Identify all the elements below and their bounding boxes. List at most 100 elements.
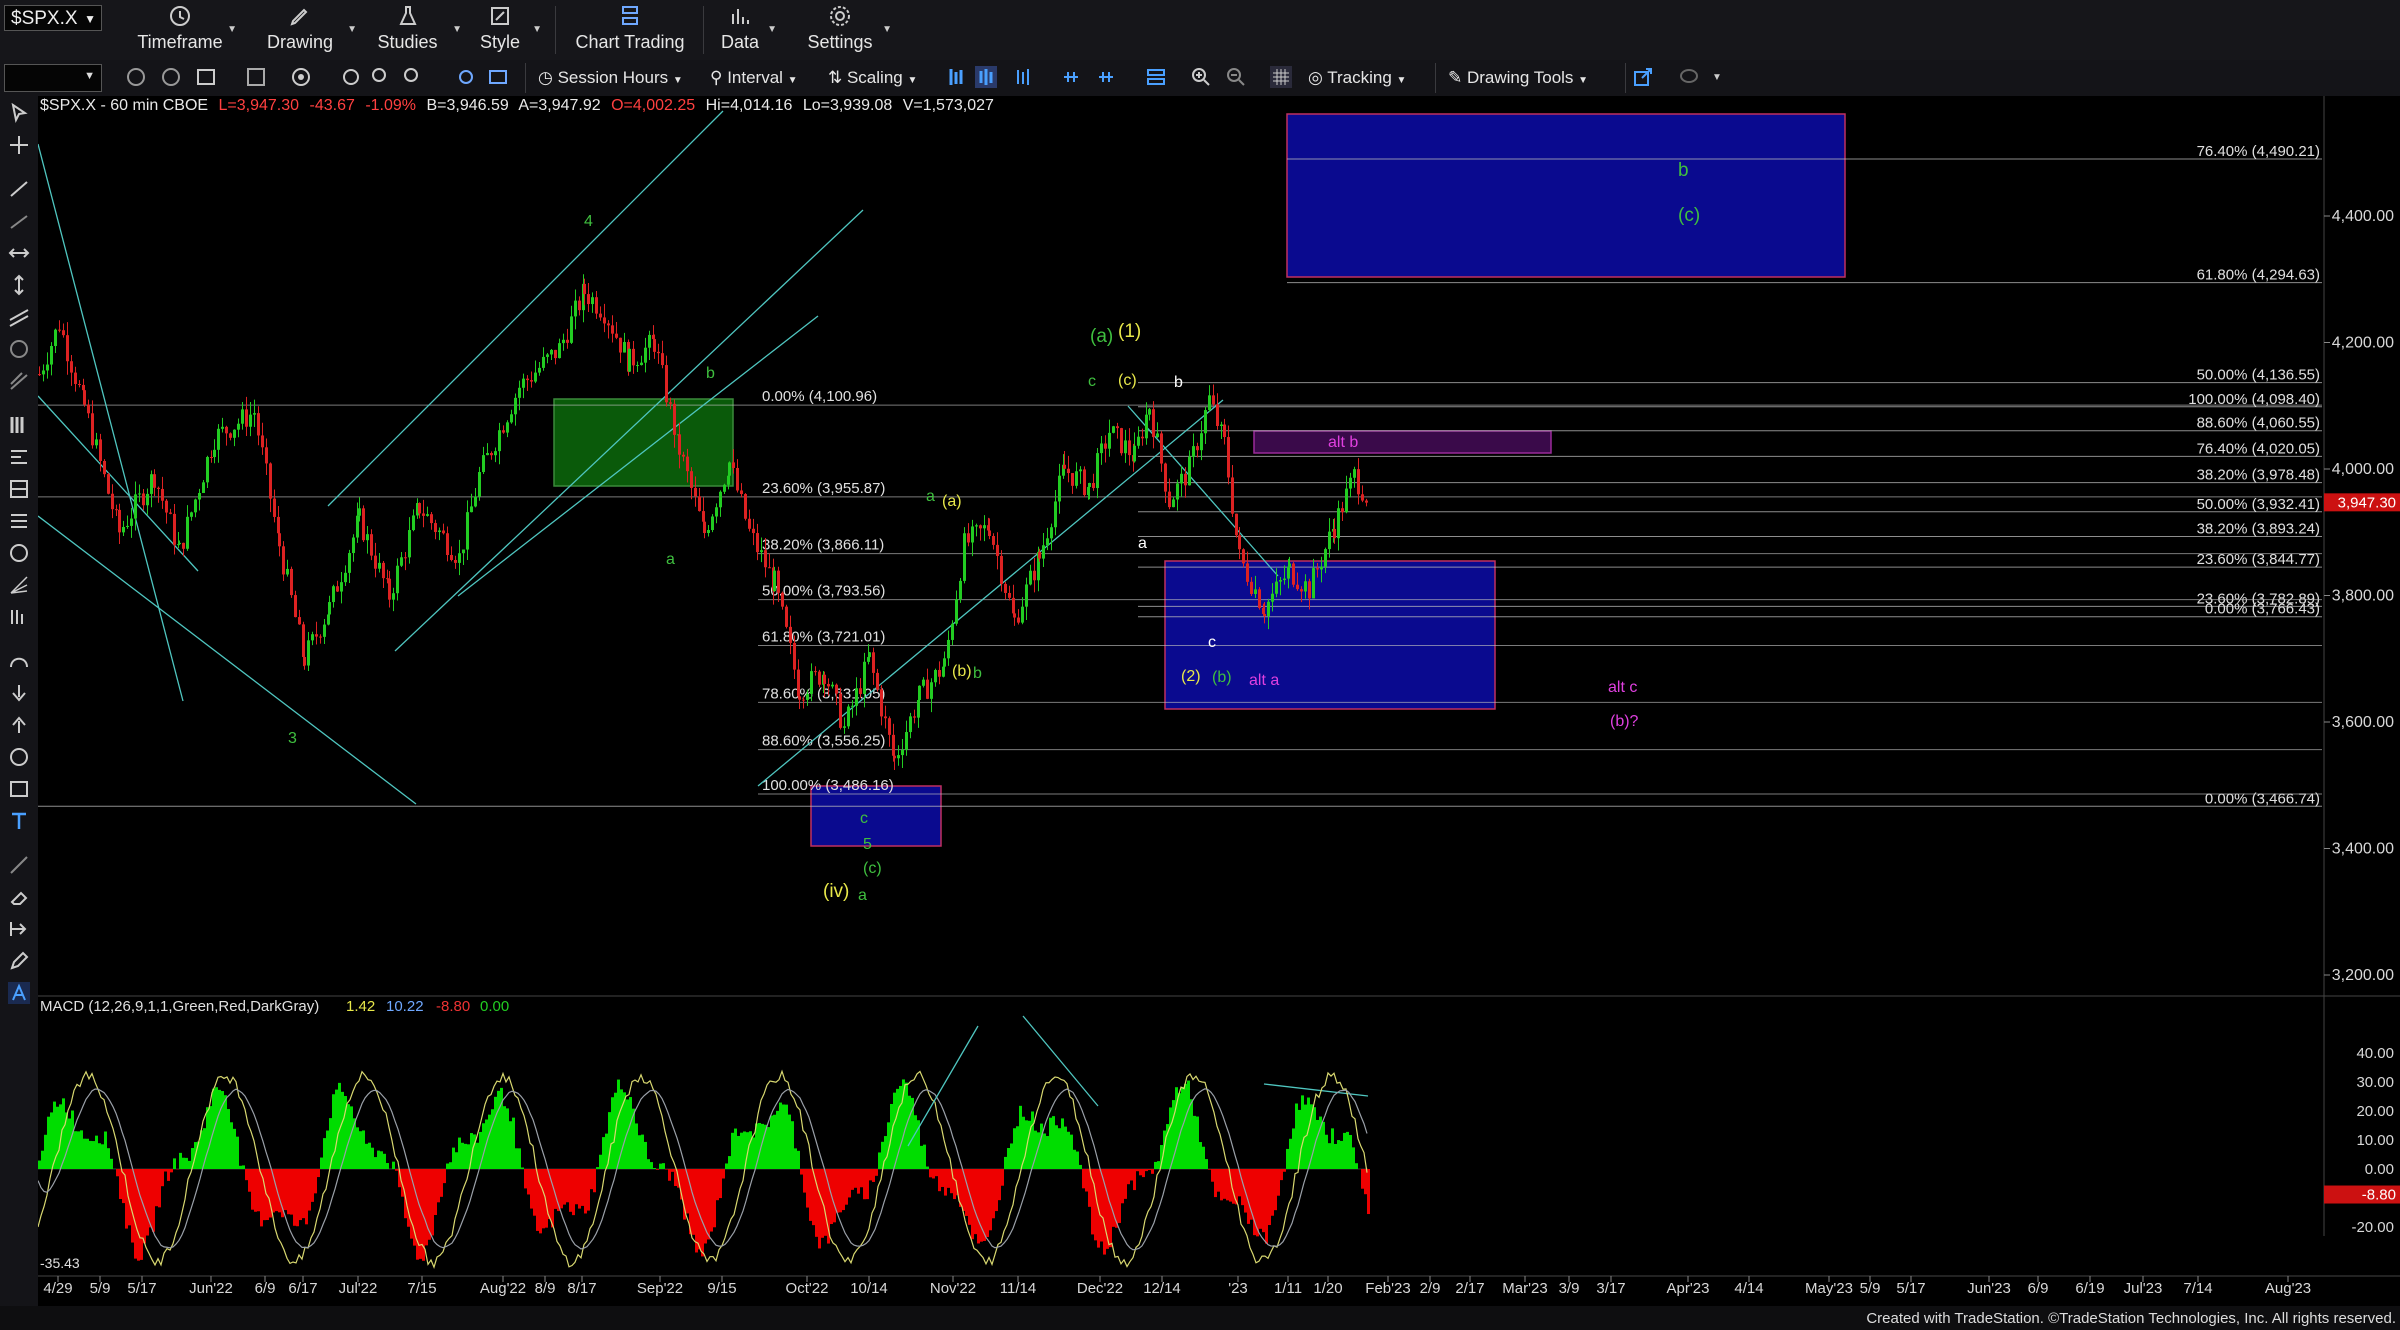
price-bar-body	[1220, 424, 1223, 426]
window-icon[interactable]	[195, 66, 217, 88]
symbol-input-value: $SPX.X	[11, 8, 78, 29]
snap-icon[interactable]	[8, 918, 30, 940]
price-chart[interactable]: 76.40% (4,490.21)61.80% (4,294.63)50.00%…	[38, 96, 2400, 1306]
andrews-icon[interactable]	[8, 606, 30, 628]
auto-drawing-icon[interactable]	[8, 982, 30, 1004]
settings-icon[interactable]	[455, 66, 477, 88]
chevron-down-icon[interactable]: ▼	[84, 6, 96, 32]
tracking-button[interactable]: ◎ Tracking ▼	[1308, 66, 1406, 90]
channel-icon[interactable]	[8, 306, 30, 328]
price-bar-body	[118, 509, 121, 533]
price-bar-body	[1054, 501, 1057, 528]
account-select[interactable]: ▼	[4, 64, 102, 92]
price-bar-body	[169, 512, 172, 514]
target-icon[interactable]	[290, 66, 312, 88]
layout-icon[interactable]	[1145, 66, 1167, 88]
link-icon[interactable]	[125, 66, 147, 88]
style-button[interactable]: Style ▼	[470, 4, 542, 56]
macd-histogram-bar	[38, 1160, 41, 1169]
macd-histogram-bar	[851, 1169, 854, 1190]
macd-histogram-bar	[710, 1169, 713, 1232]
edit-icon[interactable]	[8, 950, 30, 972]
fib-arc-icon[interactable]	[8, 542, 30, 564]
pitchfork-icon[interactable]	[8, 370, 30, 392]
scroll-right-icon[interactable]	[1095, 66, 1117, 88]
arrow-down-icon[interactable]	[8, 682, 30, 704]
macd-histogram-bar	[1142, 1169, 1145, 1178]
macd-histogram-bar	[1127, 1169, 1130, 1185]
price-bar-body	[728, 462, 731, 476]
settings-button[interactable]: Settings ▼	[800, 4, 892, 56]
crosshair-icon[interactable]	[8, 134, 30, 156]
time-tick-label: 6/9	[2028, 1280, 2049, 1297]
macd-histogram-bar	[515, 1148, 518, 1169]
session-hours-button[interactable]: ◷ Session Hours ▼	[538, 66, 683, 90]
chart-trading-button[interactable]: Chart Trading	[570, 4, 690, 56]
studies-button[interactable]: Studies ▼	[365, 4, 462, 56]
ray-icon[interactable]	[8, 210, 30, 232]
price-bar-body	[257, 413, 260, 436]
zoom-in-icon[interactable]	[1190, 66, 1212, 88]
rectangle-icon[interactable]	[8, 778, 30, 800]
text-icon[interactable]	[8, 810, 30, 832]
price-bar-body	[781, 592, 784, 607]
vertical-line-icon[interactable]	[8, 274, 30, 296]
arc-icon[interactable]	[8, 650, 30, 672]
arrow-up-icon[interactable]	[8, 714, 30, 736]
macd-histogram-bar	[206, 1107, 209, 1169]
macd-histogram-bar	[1064, 1126, 1067, 1169]
export-icon[interactable]	[1632, 66, 1654, 88]
price-bar-body	[768, 567, 771, 569]
chat-icon[interactable]	[1678, 66, 1700, 88]
price-bar-body	[1013, 613, 1016, 618]
link-icon[interactable]	[160, 66, 182, 88]
pen-icon[interactable]	[8, 854, 30, 876]
symbol-input[interactable]: $SPX.X ▼	[4, 5, 102, 31]
ellipse-icon[interactable]	[8, 746, 30, 768]
chevron-down-icon: ▼	[84, 70, 95, 82]
macd-histogram-bar	[926, 1166, 929, 1169]
zoom-icon[interactable]	[370, 66, 392, 88]
fib-time-icon[interactable]	[8, 478, 30, 500]
drawing-button[interactable]: Drawing ▼	[255, 4, 357, 56]
price-bar-body	[241, 409, 244, 424]
price-bar-body	[893, 755, 896, 759]
macd-histogram-bar	[308, 1169, 311, 1211]
fib-fan-icon[interactable]	[8, 510, 30, 532]
horizontal-line-icon[interactable]	[8, 242, 30, 264]
macd-histogram-bar	[1292, 1128, 1295, 1169]
scaling-icon: ⇅	[828, 68, 847, 87]
macd-histogram-bar	[719, 1169, 722, 1199]
interval-button[interactable]: ⚲ Interval ▼	[710, 66, 798, 90]
macd-histogram-bar	[1094, 1169, 1097, 1241]
price-bar-body	[644, 347, 647, 363]
drawing-tools-button[interactable]: ✎ Drawing Tools ▼	[1448, 66, 1588, 90]
data-button[interactable]: Data ▼	[715, 4, 777, 56]
price-bar-body	[744, 494, 747, 519]
macd-histogram-bar	[701, 1169, 704, 1257]
ohlc-icon[interactable]	[1012, 66, 1034, 88]
zoom-out-icon[interactable]	[1225, 66, 1247, 88]
price-bar-body	[303, 657, 306, 666]
grid-icon[interactable]	[1270, 66, 1292, 88]
price-bar-body	[58, 329, 61, 331]
filter-icon[interactable]	[400, 66, 422, 88]
symbol-link-icon[interactable]	[245, 66, 267, 88]
scroll-left-icon[interactable]	[1060, 66, 1082, 88]
fib-retracement-icon[interactable]	[8, 414, 30, 436]
alert-icon[interactable]	[340, 66, 362, 88]
speed-lines-icon[interactable]	[8, 574, 30, 596]
fib-extension-icon[interactable]	[8, 446, 30, 468]
gann-icon[interactable]	[8, 338, 30, 360]
pointer-icon[interactable]	[8, 102, 30, 124]
price-bar-body	[827, 683, 830, 687]
eraser-icon[interactable]	[8, 886, 30, 908]
bar-style-icon[interactable]	[975, 66, 997, 88]
scaling-button[interactable]: ⇅ Scaling ▼	[828, 66, 917, 90]
timeframe-button[interactable]: Timeframe ▼	[135, 4, 237, 56]
macd-histogram-bar	[560, 1169, 563, 1209]
screenshot-icon[interactable]	[487, 66, 509, 88]
trendline-icon[interactable]	[8, 178, 30, 200]
price-bar-body	[66, 335, 69, 362]
candle-icon[interactable]	[945, 66, 967, 88]
